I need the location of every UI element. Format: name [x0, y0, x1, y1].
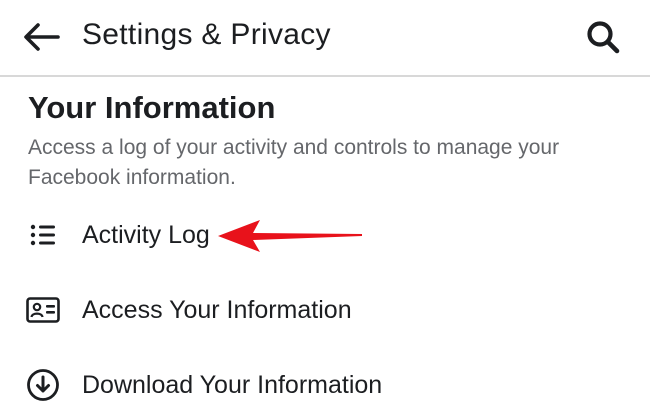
menu-item-access-your-information[interactable]: Access Your Information — [0, 282, 650, 338]
section-description: Access a log of your activity and contro… — [28, 136, 560, 189]
page-title: Settings & Privacy — [82, 18, 331, 51]
search-icon — [587, 21, 620, 54]
back-button[interactable] — [18, 14, 64, 60]
download-circle-icon — [26, 368, 60, 402]
list-icon — [26, 218, 60, 252]
search-button[interactable] — [578, 12, 628, 62]
menu-item-label: Activity Log — [82, 221, 210, 249]
top-bar: Settings & Privacy — [0, 0, 650, 77]
menu-item-label: Download Your Information — [82, 371, 383, 399]
red-arrow-annotation — [218, 220, 362, 252]
section-title: Your Information — [28, 90, 276, 125]
id-card-icon — [26, 293, 60, 327]
menu-item-label: Access Your Information — [82, 296, 352, 324]
arrow-left-icon — [24, 23, 60, 51]
menu-item-download-your-information[interactable]: Download Your Information — [0, 357, 650, 413]
